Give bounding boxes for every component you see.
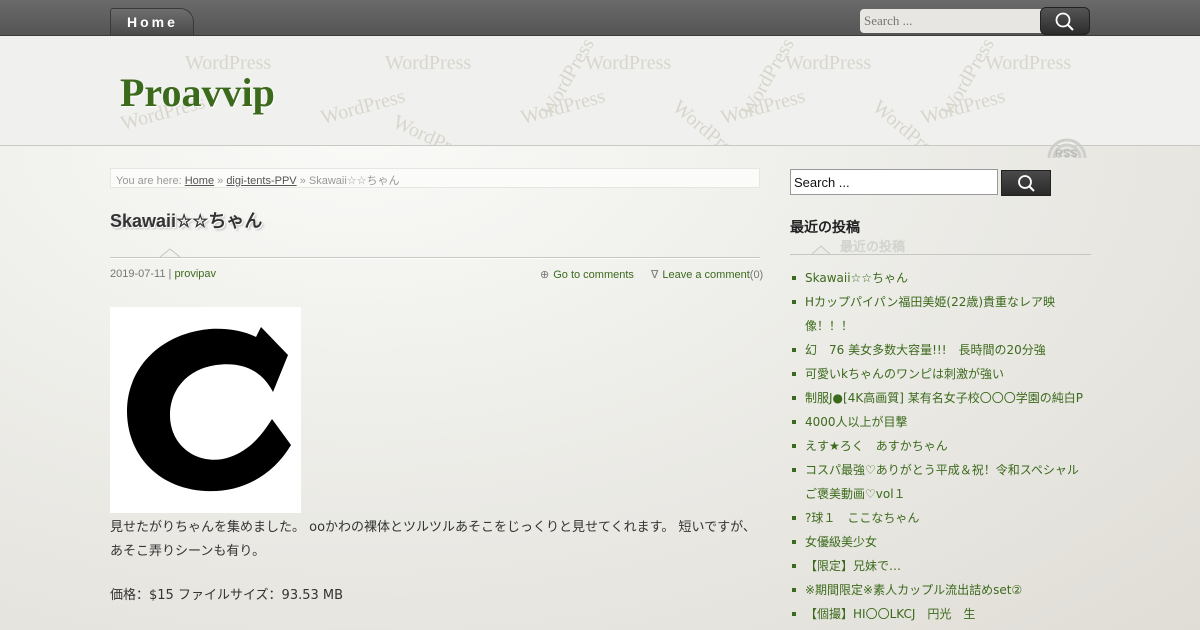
recent-posts-heading-shadow: 最近の投稿 <box>840 240 906 255</box>
recent-post-link[interactable]: Hカップパイパン福田美姫(22歳)貴重なレア映像！！！ <box>790 290 1090 338</box>
rss-label[interactable]: RSS <box>1055 148 1078 160</box>
top-search-button[interactable] <box>1040 7 1090 35</box>
post-author-link[interactable]: provipav <box>174 268 216 280</box>
leave-comment-icon: ∇ <box>650 269 659 281</box>
sidebar-search-input[interactable] <box>790 169 998 195</box>
search-icon <box>1018 175 1035 192</box>
watermark: WordPress <box>585 52 672 74</box>
post-body: 見せたがりちゃんを集めました。 ooかわの裸体とツルツルあそこをじっくりと見せて… <box>110 520 756 559</box>
widget-divider <box>790 254 1091 255</box>
recent-post-link[interactable]: えす★ろく あすかちゃん <box>790 434 1090 458</box>
recent-posts-list: Skawaii☆☆ちゃん Hカップパイパン福田美姫(22歳)貴重なレア映像！！！… <box>790 266 1090 626</box>
recent-post-link[interactable]: 4000人以上が目撃 <box>790 410 1090 434</box>
nav-home-tab[interactable]: Home <box>110 8 194 35</box>
site-header: WordPress WordPress WordPress WordPress … <box>0 36 1200 146</box>
top-navigation-bar: Home <box>0 0 1200 36</box>
post-price-size: 価格：$15 ファイルサイズ：93.53 MB <box>110 588 344 603</box>
recent-post-link[interactable]: 女優級美少女 <box>790 530 1090 554</box>
comments-icon: ⊕ <box>540 269 550 281</box>
meta-separator: | <box>168 268 172 280</box>
sidebar-search-button[interactable] <box>1001 170 1051 196</box>
recent-post-link[interactable]: 幻 76 美女多数大容量!!! 長時間の20分強 <box>790 338 1090 362</box>
top-search-form <box>860 7 1090 35</box>
recent-post-link[interactable]: 【限定】兄妹で… <box>790 554 1090 578</box>
top-search-input[interactable] <box>860 9 1046 33</box>
breadcrumb-separator: » <box>299 175 306 187</box>
breadcrumb-separator: » <box>217 175 224 187</box>
breadcrumb-home-link[interactable]: Home <box>185 175 214 187</box>
leave-comment-link[interactable]: Leave a comment <box>662 269 749 281</box>
comment-links: ⊕ Go to comments ∇ Leave a comment(0) <box>540 268 764 281</box>
go-to-comments-link[interactable]: Go to comments <box>553 269 634 281</box>
breadcrumb-category-link[interactable]: digi-tents-PPV <box>226 175 296 187</box>
watermark: WordPress <box>985 52 1072 74</box>
post-title[interactable]: Skawaii☆☆ちゃん <box>110 207 262 233</box>
breadcrumb: You are here: Home » digi-tents-PPV » Sk… <box>110 168 760 188</box>
post-date: 2019-07-11 <box>110 268 166 280</box>
recent-post-link[interactable]: ?球１ ここなちゃん <box>790 506 1090 530</box>
recent-post-link[interactable]: 制服J●[4K高画質] 某有名女子校〇〇〇学園の純白P <box>790 386 1090 410</box>
recent-post-link[interactable]: ※期間限定※素人カップル流出詰めset② <box>790 578 1090 602</box>
comment-count: (0) <box>749 269 764 281</box>
site-title[interactable]: Proavvip <box>120 69 275 116</box>
recent-post-link[interactable]: Skawaii☆☆ちゃん <box>790 266 1090 290</box>
post-thumbnail-c-logo[interactable] <box>110 307 301 513</box>
divider-notch <box>812 245 830 255</box>
search-icon <box>1055 12 1074 31</box>
title-divider <box>110 257 760 259</box>
recent-post-link[interactable]: コスパ最強♡ありがとう平成＆祝！令和スペシャルご褒美動画♡vol１ <box>790 458 1090 506</box>
watermark: WordPress <box>385 52 472 74</box>
watermark: WordPress <box>785 52 872 74</box>
breadcrumb-prefix: You are here: <box>116 175 182 187</box>
recent-posts-heading: 最近の投稿 <box>790 220 860 236</box>
post-meta: 2019-07-11 | provipav <box>110 268 216 280</box>
watermark: WordPress <box>389 110 477 146</box>
recent-post-link[interactable]: 可愛いkちゃんのワンピは刺激が強い <box>790 362 1090 386</box>
divider-notch <box>160 248 180 258</box>
recent-post-link[interactable]: 【個撮】HI〇〇LKCJ 円光 生 <box>790 602 1090 626</box>
breadcrumb-current: Skawaii☆☆ちゃん <box>308 175 400 187</box>
